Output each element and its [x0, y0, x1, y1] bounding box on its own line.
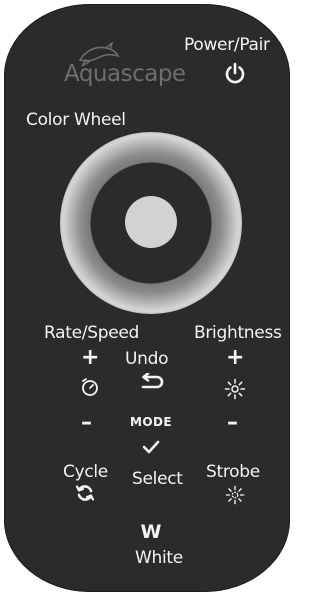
power-icon[interactable] — [224, 62, 246, 84]
undo-arrow-icon[interactable] — [139, 373, 165, 393]
strobe-label: Strobe — [206, 462, 260, 482]
brightness-label: Brightness — [194, 323, 282, 343]
color-wheel-label: Color Wheel — [26, 110, 126, 130]
cycle-label: Cycle — [63, 462, 108, 482]
rate-speed-label: Rate/Speed — [44, 323, 139, 343]
mode-label: MODE — [130, 415, 172, 429]
brightness-minus-button[interactable]: – — [227, 412, 238, 434]
brand-logo: Aquascape — [64, 61, 186, 87]
undo-label: Undo — [125, 349, 169, 369]
white-w-button[interactable]: W — [141, 521, 162, 543]
rate-speed-plus-button[interactable]: + — [81, 347, 99, 369]
remote-control: Aquascape Power/Pair Color Wheel Rate/Sp… — [4, 4, 290, 592]
timer-icon — [82, 378, 98, 396]
select-label: Select — [132, 469, 183, 489]
color-wheel-center-button[interactable] — [125, 196, 177, 248]
checkmark-icon[interactable] — [142, 440, 160, 454]
rate-speed-minus-button[interactable]: – — [81, 412, 92, 434]
white-label: White — [135, 548, 183, 568]
brightness-plus-button[interactable]: + — [226, 347, 244, 369]
power-pair-label: Power/Pair — [184, 35, 270, 55]
strobe-sun-icon[interactable] — [225, 485, 245, 505]
cycle-arrows-icon[interactable] — [75, 483, 95, 503]
sun-icon — [224, 378, 246, 400]
